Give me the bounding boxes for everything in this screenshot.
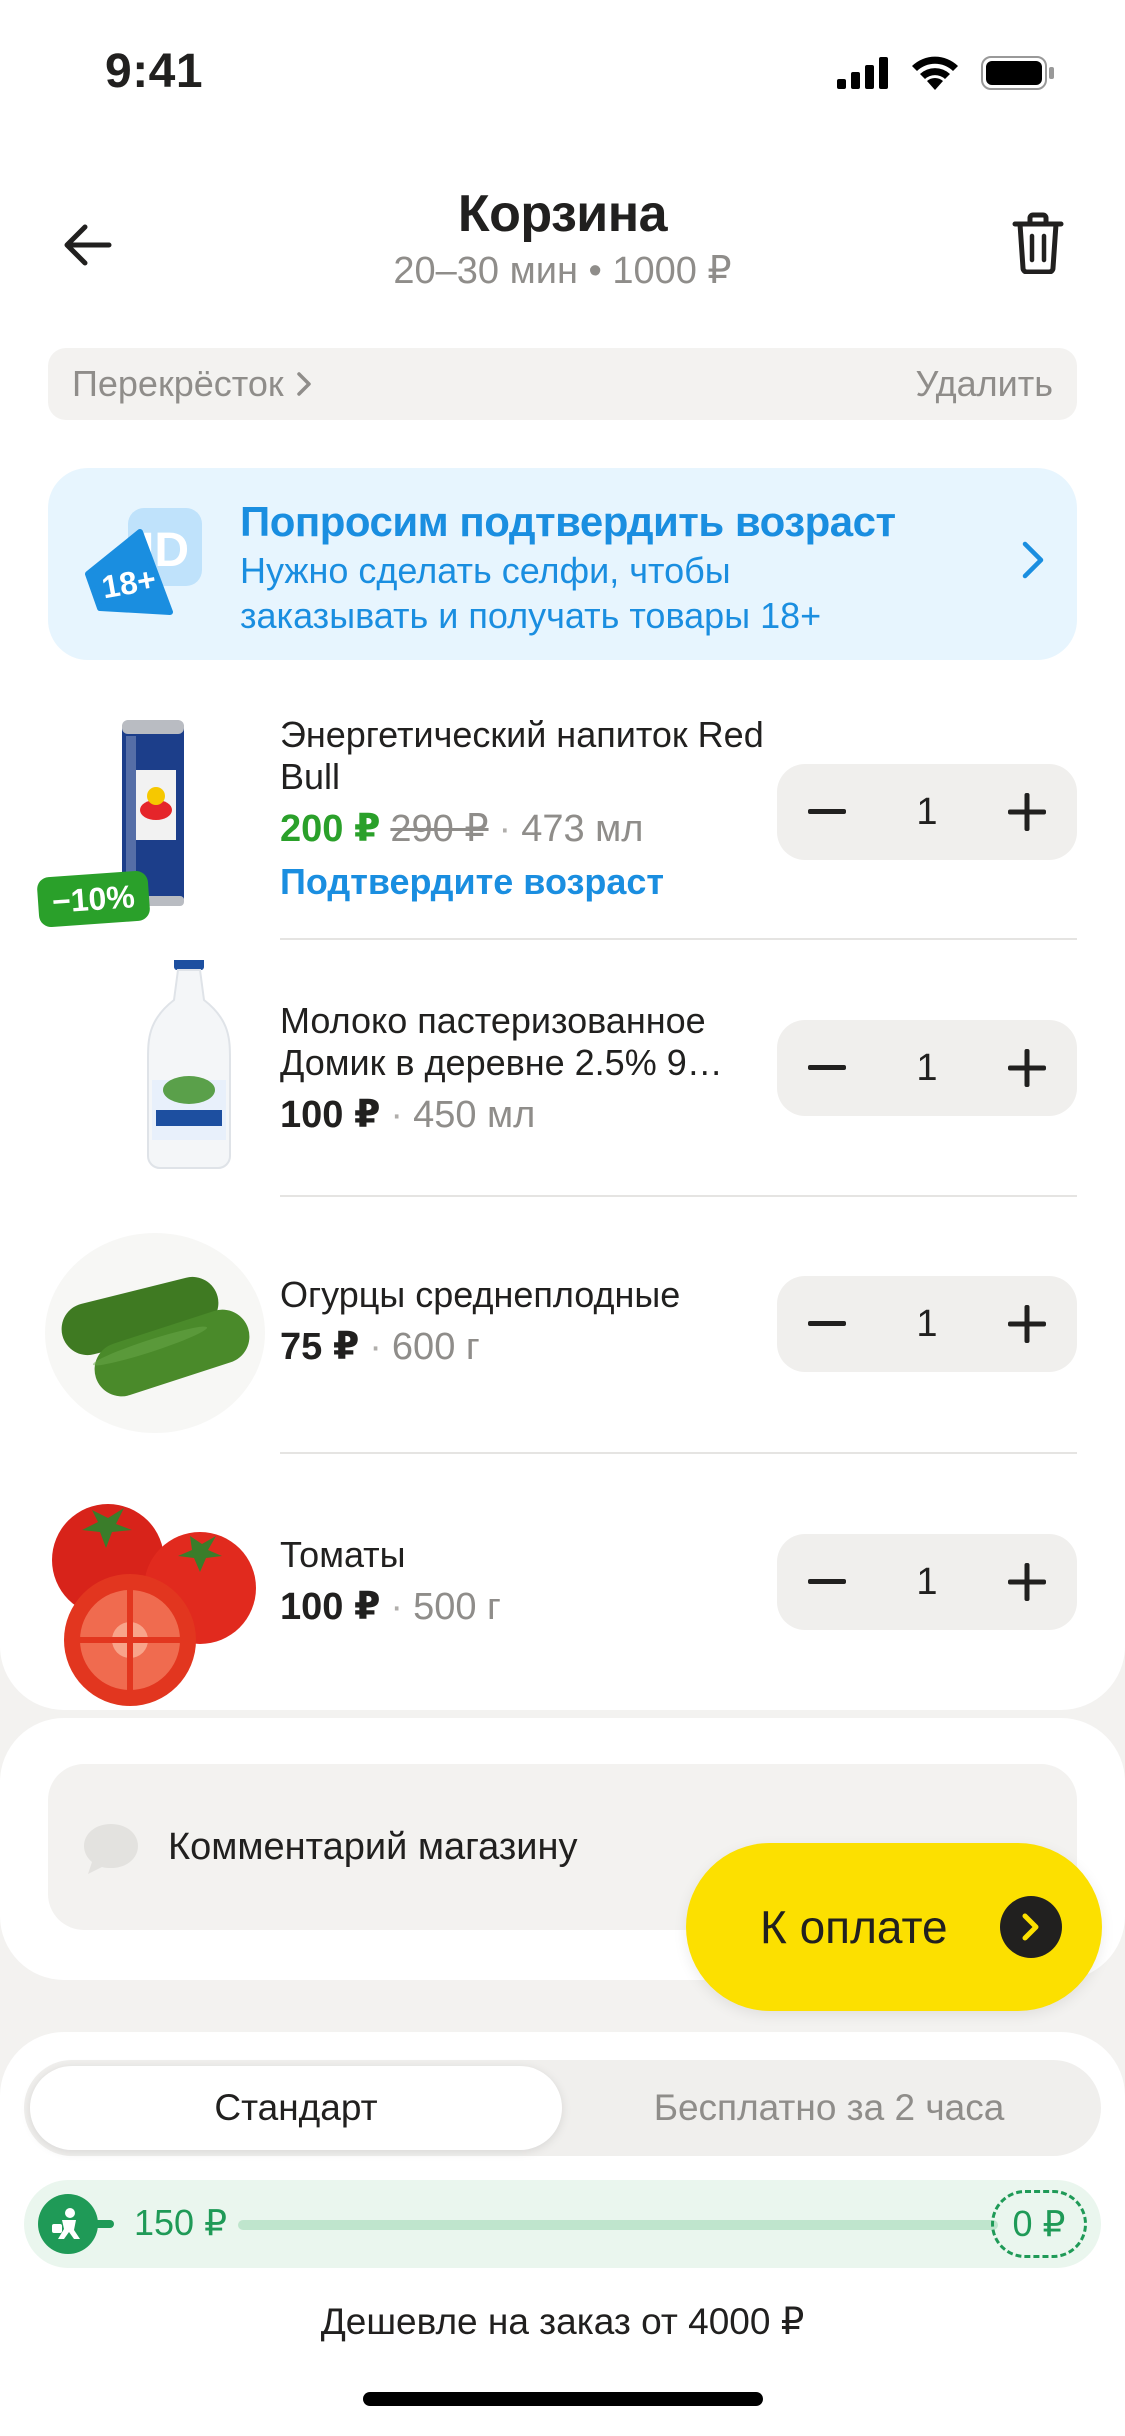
increase-button[interactable] (1003, 788, 1051, 836)
current-delivery-price: 150 ₽ (134, 2202, 227, 2243)
divider (280, 1452, 1077, 1454)
status-icons (837, 56, 1055, 90)
checkout-label: К оплате (760, 1901, 948, 1953)
product-volume: 600 г (391, 1326, 480, 1368)
product-volume: 450 мл (413, 1094, 536, 1136)
divider (280, 938, 1077, 940)
chevron-right-icon (296, 372, 311, 396)
product-volume: 473 мл (521, 808, 644, 850)
product-info: Энергетический напиток Red Bull 200 ₽ 29… (280, 714, 770, 903)
remove-store-button[interactable]: Удалить (916, 363, 1053, 405)
minus-icon (808, 809, 846, 814)
product-price: 100 ₽ (280, 1094, 381, 1136)
plus-icon (1007, 1049, 1046, 1087)
product-info: Молоко пастеризованное Домик в деревне 2… (280, 1000, 770, 1137)
quantity-value: 1 (916, 1046, 938, 1089)
separator-dot: · (390, 1586, 404, 1628)
decrease-button[interactable] (803, 788, 851, 836)
cart-item: Энергетический напиток Red Bull 200 ₽ 29… (0, 700, 1125, 956)
quantity-value: 1 (916, 790, 938, 833)
clear-cart-button[interactable] (1003, 208, 1073, 278)
separator-dot: · (390, 1094, 404, 1136)
store-link[interactable]: Перекрёсток (72, 363, 312, 405)
quantity-stepper: 1 (777, 764, 1077, 860)
product-price: 75 ₽ (280, 1326, 360, 1368)
product-name[interactable]: Огурцы среднеплодные (280, 1274, 770, 1316)
increase-button[interactable] (1003, 1558, 1051, 1606)
discount-badge: −10% (36, 870, 151, 928)
quantity-stepper: 1 (777, 1276, 1077, 1372)
minus-icon (808, 1321, 846, 1326)
delivery-mode-switch: Стандарт Бесплатно за 2 часа (24, 2060, 1101, 2156)
store-name: Перекрёсток (72, 363, 284, 404)
separator-dot: · (369, 1326, 382, 1368)
quantity-value: 1 (916, 1302, 938, 1345)
comment-label: Комментарий магазину (168, 1826, 578, 1868)
tab-free-in-2-hours[interactable]: Бесплатно за 2 часа (563, 2066, 1095, 2150)
cart-item: Молоко пастеризованное Домик в деревне 2… (0, 960, 1125, 1216)
price-line: 200 ₽ 290 ₽ · 473 мл (280, 806, 770, 851)
free-delivery-price: 0 ₽ (991, 2190, 1087, 2258)
product-info: Томаты 100 ₽ · 500 г (280, 1534, 770, 1629)
product-info: Огурцы среднеплодные 75 ₽ · 600 г (280, 1274, 770, 1369)
increase-button[interactable] (1003, 1300, 1051, 1348)
quantity-value: 1 (916, 1560, 938, 1603)
delivery-sheet: Стандарт Бесплатно за 2 часа 150 ₽ 0 ₽ Д… (0, 2032, 1125, 2436)
price-line: 100 ₽ · 450 мл (280, 1092, 770, 1137)
price-line: 75 ₽ · 600 г (280, 1324, 770, 1369)
signal-icon (837, 57, 888, 89)
tab-standard[interactable]: Стандарт (30, 2066, 562, 2150)
quantity-stepper: 1 (777, 1020, 1077, 1116)
wifi-icon (912, 56, 958, 90)
store-bar: Перекрёсток Удалить (48, 348, 1077, 420)
product-name[interactable]: Энергетический напиток Red Bull (280, 714, 770, 798)
plus-icon (1007, 793, 1046, 831)
product-price: 100 ₽ (280, 1586, 381, 1628)
cart-item: Огурцы среднеплодные 75 ₽ · 600 г 1 (0, 1218, 1125, 1474)
age-id-icon: ID 18+ (85, 508, 202, 615)
arrow-right-circle-icon (999, 1896, 1062, 1958)
delivery-cost-progress: 150 ₽ 0 ₽ (24, 2180, 1101, 2268)
product-image-milk (147, 960, 231, 1169)
price-line: 100 ₽ · 500 г (280, 1584, 770, 1629)
product-price: 200 ₽ (280, 808, 381, 850)
cart-item: Томаты 100 ₽ · 500 г 1 (0, 1478, 1125, 1734)
product-name[interactable]: Молоко пастеризованное Домик в деревне 2… (280, 1000, 770, 1084)
checkout-button[interactable]: К оплате (686, 1843, 1102, 2011)
battery-icon (981, 56, 1054, 90)
age-banner-title: Попросим подтвердить возраст (240, 498, 896, 545)
plus-icon (1007, 1305, 1046, 1343)
minus-icon (808, 1065, 846, 1070)
status-bar: 9:41 (0, 0, 1125, 150)
header: Корзина 20–30 мин • 1000 ₽ (0, 170, 1125, 310)
decrease-button[interactable] (803, 1558, 851, 1606)
trash-icon (1012, 212, 1064, 274)
plus-icon (1007, 1563, 1046, 1601)
decrease-button[interactable] (803, 1044, 851, 1092)
courier-icon (38, 2194, 98, 2254)
page-subtitle: 20–30 мин • 1000 ₽ (393, 250, 732, 292)
product-image-tomatoes (52, 1504, 256, 1706)
increase-button[interactable] (1003, 1044, 1051, 1092)
home-indicator (363, 2392, 763, 2406)
age-verification-banner[interactable]: ID 18+ Попросим подтвердить возраст Нужн… (48, 468, 1077, 660)
speech-bubble-icon (84, 1824, 138, 1874)
product-name[interactable]: Томаты (280, 1534, 770, 1576)
chevron-right-icon (1022, 541, 1044, 579)
decrease-button[interactable] (803, 1300, 851, 1348)
product-old-price: 290 ₽ (390, 808, 489, 850)
minus-icon (808, 1579, 846, 1584)
divider (280, 1195, 1077, 1197)
age-banner-text: Нужно сделать селфи, чтобы заказывать и … (240, 550, 822, 636)
cheaper-order-note: Дешевле на заказ от 4000 ₽ (320, 2301, 805, 2342)
page-title: Корзина (457, 185, 668, 243)
quantity-stepper: 1 (777, 1534, 1077, 1630)
confirm-age-link[interactable]: Подтвердите возраст (280, 861, 770, 903)
progress-track (238, 2220, 998, 2230)
product-image-cucumbers (45, 1233, 265, 1433)
status-time: 9:41 (105, 45, 204, 98)
separator-dot: · (498, 808, 512, 850)
product-volume: 500 г (413, 1586, 501, 1628)
